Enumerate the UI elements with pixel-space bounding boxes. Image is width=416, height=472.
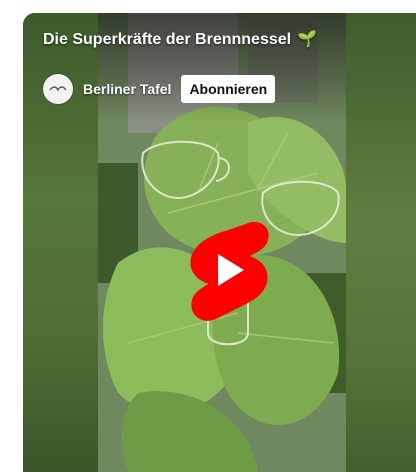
channel-avatar[interactable] bbox=[43, 74, 73, 104]
berliner-tafel-logo-icon bbox=[49, 86, 67, 92]
video-title-text: Die Superkräfte der Brennnessel bbox=[43, 31, 292, 48]
blurred-side-right bbox=[346, 13, 416, 472]
sprout-emoji: 🌱 bbox=[297, 31, 318, 48]
youtube-shorts-play-icon[interactable] bbox=[188, 218, 270, 338]
channel-name[interactable]: Berliner Tafel bbox=[83, 81, 171, 97]
video-title[interactable]: Die Superkräfte der Brennnessel 🌱 bbox=[43, 29, 317, 49]
subscribe-button[interactable]: Abonnieren bbox=[181, 75, 276, 103]
shorts-video-card[interactable]: Die Superkräfte der Brennnessel 🌱 Berline… bbox=[23, 13, 416, 472]
channel-row: Berliner Tafel Abonnieren bbox=[43, 74, 276, 104]
